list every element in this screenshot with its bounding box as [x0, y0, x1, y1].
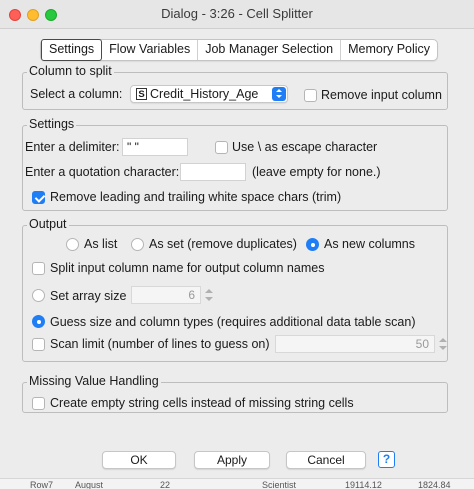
string-type-icon: S	[136, 88, 147, 100]
split-names-label: Split input column name for output colum…	[50, 261, 325, 275]
tab-settings[interactable]: Settings	[41, 39, 103, 61]
missing-value-heading: Missing Value Handling	[27, 374, 161, 388]
remove-input-column-label: Remove input column	[321, 88, 442, 102]
output-heading: Output	[27, 217, 69, 231]
delimiter-input[interactable]: " "	[122, 138, 188, 156]
tab-job-manager-selection[interactable]: Job Manager Selection	[198, 40, 342, 60]
empty-string-cells-checkbox[interactable]	[32, 397, 45, 410]
quotation-input[interactable]	[180, 163, 246, 181]
guess-size-radio[interactable]	[32, 315, 45, 328]
scan-limit-input[interactable]: 50	[275, 335, 435, 353]
tab-bar: Settings Flow Variables Job Manager Sele…	[40, 39, 439, 61]
chevron-updown-icon	[272, 87, 286, 101]
tab-memory-policy[interactable]: Memory Policy	[341, 40, 437, 60]
empty-string-cells-label: Create empty string cells instead of mis…	[50, 396, 354, 410]
column-select[interactable]: S Credit_History_Age	[130, 85, 288, 103]
ok-button[interactable]: OK	[102, 451, 176, 469]
column-select-value: Credit_History_Age	[150, 87, 259, 101]
trim-label: Remove leading and trailing white space …	[50, 190, 342, 204]
scan-limit-label: Scan limit (number of lines to guess on)	[50, 337, 270, 351]
column-to-split-heading: Column to split	[27, 64, 114, 78]
scan-limit-checkbox[interactable]	[32, 338, 45, 351]
as-set-label: As set (remove duplicates)	[149, 237, 297, 251]
as-list-radio[interactable]	[66, 238, 79, 251]
window-title: Dialog - 3:26 - Cell Splitter	[161, 6, 313, 21]
guess-size-label: Guess size and column types (requires ad…	[50, 315, 416, 329]
settings-heading: Settings	[27, 117, 77, 131]
background-table-row: Row7 August 22 Scientist 19114.12 1824.8…	[0, 478, 474, 489]
tab-flow-variables[interactable]: Flow Variables	[102, 40, 199, 60]
set-array-size-radio[interactable]	[32, 289, 45, 302]
as-set-radio[interactable]	[131, 238, 144, 251]
array-size-input[interactable]: 6	[131, 286, 201, 304]
as-new-columns-radio[interactable]	[306, 238, 319, 251]
apply-button[interactable]: Apply	[194, 451, 270, 469]
remove-input-column-checkbox[interactable]	[304, 89, 317, 102]
help-icon[interactable]: ?	[378, 451, 395, 468]
as-list-label: As list	[84, 237, 118, 251]
array-size-stepper[interactable]	[204, 286, 214, 304]
scan-limit-stepper[interactable]	[438, 335, 448, 353]
delimiter-label: Enter a delimiter:	[25, 140, 120, 154]
quotation-hint: (leave empty for none.)	[252, 165, 381, 179]
split-names-checkbox[interactable]	[32, 262, 45, 275]
trim-checkbox[interactable]	[32, 191, 45, 204]
escape-character-checkbox[interactable]	[215, 141, 228, 154]
quotation-label: Enter a quotation character:	[25, 165, 180, 179]
as-new-columns-label: As new columns	[324, 237, 416, 251]
cancel-button[interactable]: Cancel	[286, 451, 366, 469]
select-column-label: Select a column:	[30, 87, 123, 101]
title-bar: Dialog - 3:26 - Cell Splitter	[0, 0, 474, 29]
set-array-size-label: Set array size	[50, 289, 127, 303]
escape-character-label: Use \ as escape character	[232, 140, 378, 154]
